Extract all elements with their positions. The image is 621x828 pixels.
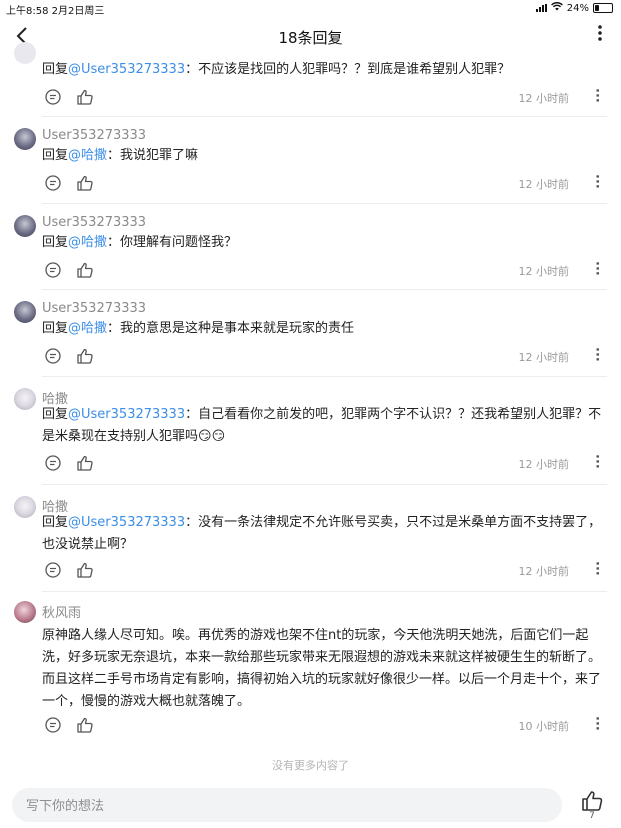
comment-time: 10 小时前 [518,720,570,733]
comment-text: 回复@哈撒：我说犯罪了嘛 [42,148,199,163]
divider [42,376,607,377]
reply-icon[interactable] [44,716,62,734]
thumbs-up-icon[interactable] [76,88,94,106]
comment-item: User353273333 回复@哈撒：我的意思是这种是事本来就是玩家的责任 1… [0,297,621,377]
comment-actions: 12 小时前 ··· [42,174,607,194]
comment-actions: 10 小时前 ··· [42,716,607,736]
thumbs-up-icon[interactable] [580,790,604,812]
comment-actions: 12 小时前 ··· [42,347,607,367]
avatar [14,128,36,150]
avatar [14,388,36,410]
more-options-button[interactable] [597,24,603,48]
divider [42,591,607,592]
avatar [14,496,36,518]
page-title: 18条回复 [278,29,343,47]
comment-text: 回复@哈撒：你理解有问题怪我？ [42,235,238,250]
comment-time: 12 小时前 [518,92,570,105]
comment-more-button[interactable]: ··· [587,561,605,576]
comment-text: 回复@哈撒：我的意思是这种是事本来就是玩家的责任 [42,321,355,336]
comment-time: 12 小时前 [518,178,570,191]
comment-text: 回复@User353273333：自己看看你之前发的吧，犯罪两个字不认识？？还我… [42,407,602,444]
comment-actions: 12 小时前 ··· [42,561,607,581]
comment-item: 秋风雨 原神路人缘人尽可知。唉。再优秀的游戏也架不住nt的玩家，今天他洗明天她洗… [0,599,621,744]
comment-more-button[interactable]: ··· [587,88,605,103]
comment-item: 哈撒 回复@User353273333：没有一条法律规定不允许账号买卖，只不过是… [0,492,621,592]
mention-link[interactable]: @User353273333 [68,515,185,530]
no-more-content: 没有更多内容了 [272,759,349,772]
thumbs-up-icon[interactable] [76,261,94,279]
comment-more-button[interactable]: ··· [587,261,605,276]
username[interactable]: User353273333 [42,301,146,316]
comment-input-bar: 7 [0,782,621,828]
comment-item: User353273333 回复@哈撒：我说犯罪了嘛 12 小时前 ··· [0,124,621,204]
mention-link[interactable]: @User353273333 [68,62,185,77]
avatar [14,601,36,623]
battery-percent: 24% [566,2,589,14]
comment-time: 12 小时前 [518,265,570,278]
header: 18条回复 [0,20,621,54]
mention-link[interactable]: @哈撒 [68,321,107,336]
comment-input[interactable] [24,788,548,824]
status-bar: 上午8:58 2月2日周三 24% [0,0,621,17]
status-time-date: 上午8:58 2月2日周三 [6,6,105,17]
reply-icon[interactable] [44,261,62,279]
reply-icon[interactable] [44,454,62,472]
comment-more-button[interactable]: ··· [587,454,605,469]
signal-icon [535,4,547,12]
username[interactable]: User353273333 [42,128,146,143]
avatar [14,42,36,64]
like-count: 7 [589,811,595,821]
reply-icon[interactable] [44,174,62,192]
comment-text: 回复@User353273333：不应该是找回的人犯罪吗？？到底是谁希望别人犯罪… [42,62,511,77]
comment-time: 12 小时前 [518,458,570,471]
divider [42,484,607,485]
comment-time: 12 小时前 [518,351,570,364]
comment-actions: 12 小时前 ··· [42,261,607,281]
comment-item: User353273333 回复@哈撒：你理解有问题怪我？ 12 小时前 ··· [0,211,621,291]
comment-more-button[interactable]: ··· [587,347,605,362]
comment-item: 回复@User353273333：不应该是找回的人犯罪吗？？到底是谁希望别人犯罪… [0,42,621,114]
avatar [14,215,36,237]
thumbs-up-icon[interactable] [76,454,94,472]
wifi-icon [550,2,563,14]
comment-more-button[interactable]: ··· [587,716,605,731]
mention-link[interactable]: @User353273333 [68,407,185,422]
thumbs-up-icon[interactable] [76,347,94,365]
reply-icon[interactable] [44,347,62,365]
reply-icon[interactable] [44,88,62,106]
mention-link[interactable]: @哈撒 [68,235,107,250]
comment-text: 回复@User353273333：没有一条法律规定不允许账号买卖，只不过是米桑单… [42,515,602,552]
comment-time: 12 小时前 [518,565,570,578]
thumbs-up-icon[interactable] [76,174,94,192]
battery-icon [593,3,613,13]
comment-text: 原神路人缘人尽可知。唉。再优秀的游戏也架不住nt的玩家，今天他洗明天她洗，后面它… [42,628,602,709]
username[interactable]: 秋风雨 [42,602,81,621]
thumbs-up-icon[interactable] [76,561,94,579]
username[interactable]: User353273333 [42,215,146,230]
divider [42,203,607,204]
reply-icon[interactable] [44,561,62,579]
comment-actions: 12 小时前 ··· [42,88,607,108]
divider [42,289,607,290]
emoji: 😏😏 [198,429,226,444]
more-vertical-icon [598,25,602,41]
thumbs-up-icon[interactable] [76,716,94,734]
mention-link[interactable]: @哈撒 [68,148,107,163]
avatar [14,301,36,323]
comment-item: 哈撒 回复@User353273333：自己看看你之前发的吧，犯罪两个字不认识？… [0,384,621,489]
comment-input-wrapper [12,788,562,824]
comment-more-button[interactable]: ··· [587,174,605,189]
comment-actions: 12 小时前 ··· [42,454,607,474]
divider [42,116,607,117]
